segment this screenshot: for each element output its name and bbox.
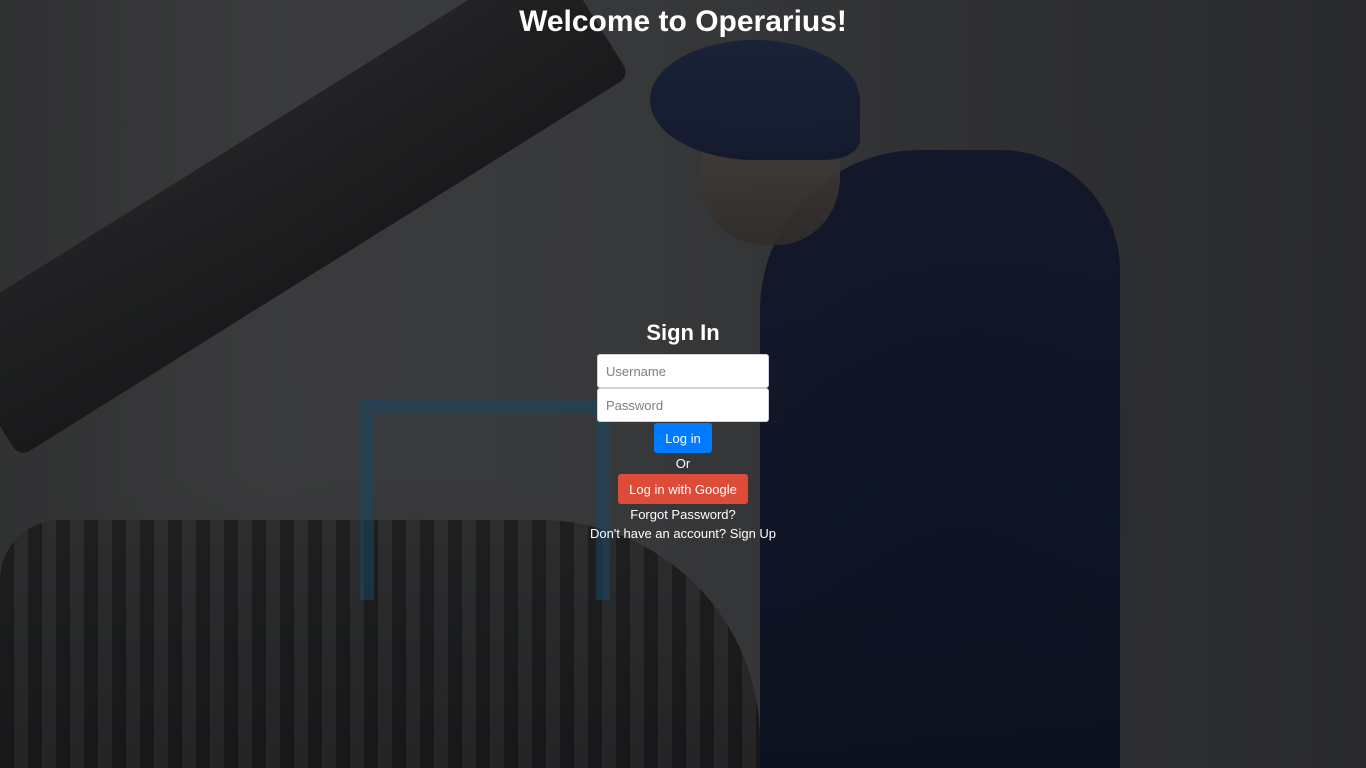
login-button[interactable]: Log in	[654, 423, 712, 453]
password-input[interactable]	[597, 388, 769, 422]
login-page: Welcome to Operarius! Sign In Log in Or …	[0, 0, 1366, 768]
signup-prompt: Don't have an account? Sign Up	[590, 524, 776, 543]
forgot-password-link[interactable]: Forgot Password?	[630, 505, 736, 524]
google-login-button[interactable]: Log in with Google	[618, 474, 748, 504]
username-input[interactable]	[597, 354, 769, 388]
page-title: Welcome to Operarius!	[519, 5, 847, 38]
or-separator: Or	[675, 456, 691, 471]
signin-form: Sign In Log in Or Log in with Google For…	[583, 318, 783, 543]
signup-link[interactable]: Sign Up	[730, 526, 776, 541]
signin-heading: Sign In	[646, 320, 720, 345]
no-account-text: Don't have an account?	[589, 526, 727, 541]
